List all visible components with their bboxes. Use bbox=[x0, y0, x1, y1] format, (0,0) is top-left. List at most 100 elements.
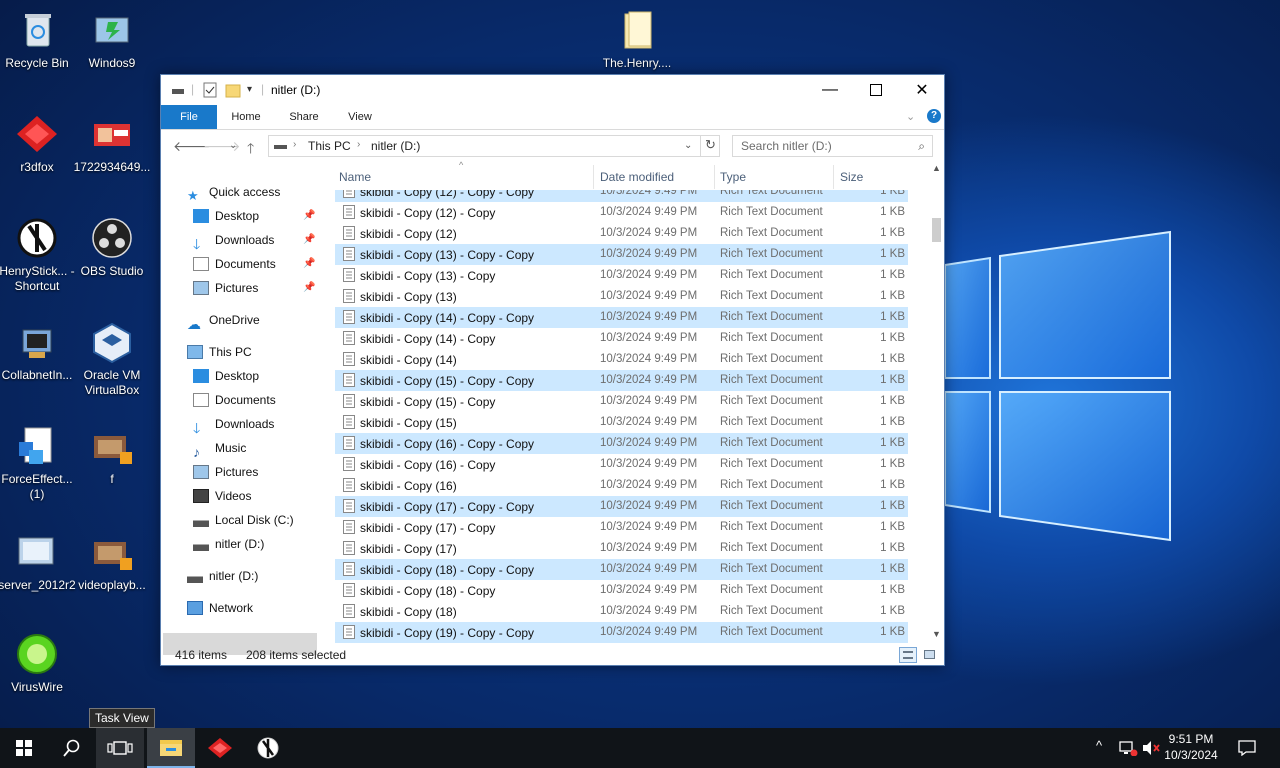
file-explorer-window[interactable]: | ▾ | nitler (D:) — ✕ File Home Share Vi… bbox=[160, 74, 945, 666]
file-list[interactable]: ^ Name Date modified Type Size skibidi -… bbox=[335, 160, 930, 643]
details-view-button[interactable] bbox=[899, 647, 917, 663]
taskbar-r3dfox[interactable] bbox=[196, 728, 244, 768]
file-row[interactable]: skibidi - Copy (13) - Copy - Copy 10/3/20… bbox=[335, 244, 908, 265]
column-header-type[interactable]: Type bbox=[720, 170, 746, 184]
desktop-icon-collabnet[interactable]: CollabnetIn... bbox=[0, 320, 76, 383]
nav-pc-nitler-drive[interactable]: nitler (D:) bbox=[193, 533, 264, 555]
nav-pc-local-disk[interactable]: Local Disk (C:) bbox=[193, 509, 294, 531]
new-folder-icon[interactable] bbox=[225, 82, 241, 98]
nav-nitler-drive[interactable]: nitler (D:) bbox=[187, 565, 258, 587]
file-row[interactable]: skibidi - Copy (17) - Copy - Copy 10/3/20… bbox=[335, 496, 908, 517]
scroll-down-icon[interactable]: ▼ bbox=[932, 629, 941, 639]
title-bar[interactable]: | ▾ | nitler (D:) — ✕ bbox=[161, 75, 944, 105]
desktop-icon-windos9[interactable]: Windos9 bbox=[73, 8, 151, 71]
desktop-icon-f-video[interactable]: f bbox=[73, 424, 151, 487]
scroll-up-icon[interactable]: ▲ bbox=[932, 163, 941, 173]
search-input[interactable] bbox=[741, 139, 901, 153]
desktop-icon-obs-studio[interactable]: OBS Studio bbox=[73, 216, 151, 279]
qat-dropdown-icon[interactable]: ▾ bbox=[247, 84, 252, 100]
pin-icon[interactable]: 📌 bbox=[303, 282, 315, 293]
refresh-button[interactable]: ↻ bbox=[700, 135, 720, 157]
desktop-icon-r3dfox[interactable]: r3dfox bbox=[0, 112, 76, 175]
file-row[interactable]: skibidi - Copy (13) - Copy 10/3/2024 9:49… bbox=[335, 265, 908, 286]
desktop-icon-forceeffect[interactable]: ForceEffect... (1) bbox=[0, 424, 76, 502]
column-header-date[interactable]: Date modified bbox=[600, 170, 674, 184]
nav-pc-desktop[interactable]: Desktop bbox=[193, 365, 259, 387]
vertical-scrollbar[interactable]: ▲ ▼ bbox=[929, 163, 944, 643]
task-view-button[interactable] bbox=[96, 728, 144, 768]
start-button[interactable] bbox=[0, 728, 48, 768]
desktop-icon-server-2012r2[interactable]: server_2012r2 bbox=[0, 530, 76, 593]
search-button[interactable] bbox=[48, 728, 96, 768]
recent-locations-icon[interactable]: ⌄ bbox=[229, 140, 237, 151]
close-button[interactable]: ✕ bbox=[899, 75, 945, 105]
minimize-button[interactable]: — bbox=[807, 75, 853, 105]
nav-pc-documents[interactable]: Documents bbox=[193, 389, 276, 411]
volume-muted-icon[interactable] bbox=[1141, 740, 1161, 756]
column-divider[interactable] bbox=[593, 165, 594, 189]
nav-pc-music[interactable]: ♪ Music bbox=[193, 437, 246, 460]
file-row[interactable]: skibidi - Copy (14) - Copy 10/3/2024 9:49… bbox=[335, 328, 908, 349]
breadcrumb-drive[interactable]: nitler (D:) bbox=[371, 139, 420, 153]
address-dropdown-icon[interactable]: ⌄ bbox=[684, 140, 692, 151]
network-tray-icon[interactable] bbox=[1118, 740, 1138, 756]
nav-qa-desktop[interactable]: Desktop bbox=[193, 205, 259, 227]
pin-icon[interactable]: 📌 bbox=[303, 258, 315, 269]
file-row[interactable]: skibidi - Copy (19) - Copy - Copy 10/3/20… bbox=[335, 622, 908, 643]
nav-onedrive[interactable]: ☁ OneDrive bbox=[187, 309, 260, 332]
desktop-icon-the-henry[interactable]: The.Henry.... bbox=[598, 8, 676, 71]
taskbar-file-explorer[interactable] bbox=[147, 728, 195, 768]
show-hidden-icons-chevron-icon[interactable]: ^ bbox=[1096, 738, 1102, 753]
system-clock[interactable]: 9:51 PM 10/3/2024 bbox=[1160, 731, 1222, 763]
file-row[interactable]: skibidi - Copy (18) - Copy - Copy 10/3/20… bbox=[335, 559, 908, 580]
maximize-button[interactable] bbox=[853, 75, 899, 105]
file-row[interactable]: skibidi - Copy (13) 10/3/2024 9:49 PM Rich… bbox=[335, 286, 908, 307]
file-row[interactable]: skibidi - Copy (16) - Copy - Copy 10/3/20… bbox=[335, 433, 908, 454]
pin-icon[interactable]: 📌 bbox=[303, 234, 315, 245]
nav-pc-pictures[interactable]: Pictures bbox=[193, 461, 258, 483]
file-row[interactable]: skibidi - Copy (16) 10/3/2024 9:49 PM Rich… bbox=[335, 475, 908, 496]
tab-file[interactable]: File bbox=[161, 105, 217, 129]
ribbon-expand-icon[interactable]: ⌄ bbox=[906, 110, 915, 123]
file-row[interactable]: skibidi - Copy (14) 10/3/2024 9:49 PM Rich… bbox=[335, 349, 908, 370]
desktop-icon-image-file[interactable]: 1722934649... bbox=[73, 112, 151, 175]
nav-this-pc[interactable]: This PC bbox=[187, 341, 252, 363]
desktop-icon-henrystick-shortcut[interactable]: HenryStick... - Shortcut bbox=[0, 216, 76, 294]
help-icon[interactable]: ? bbox=[927, 109, 941, 123]
tab-home[interactable]: Home bbox=[223, 105, 269, 129]
nav-qa-pictures[interactable]: Pictures bbox=[193, 277, 258, 299]
file-row[interactable]: skibidi - Copy (18) - Copy 10/3/2024 9:49… bbox=[335, 580, 908, 601]
tab-share[interactable]: Share bbox=[281, 105, 327, 129]
file-row[interactable]: skibidi - Copy (18) 10/3/2024 9:49 PM Rich… bbox=[335, 601, 908, 622]
file-row[interactable]: skibidi - Copy (15) 10/3/2024 9:49 PM Rich… bbox=[335, 412, 908, 433]
column-header-name[interactable]: Name bbox=[339, 170, 371, 184]
nav-pc-videos[interactable]: Videos bbox=[193, 485, 251, 507]
address-bar[interactable]: › This PC › nitler (D:) ⌄ bbox=[268, 135, 720, 157]
properties-icon[interactable] bbox=[203, 82, 217, 98]
column-header-size[interactable]: Size bbox=[840, 170, 863, 184]
column-divider[interactable] bbox=[833, 165, 834, 189]
nav-quick-access[interactable]: ★ Quick access bbox=[187, 181, 280, 203]
desktop-icon-virtualbox[interactable]: Oracle VM VirtualBox bbox=[73, 320, 151, 398]
nav-network[interactable]: Network bbox=[187, 597, 253, 619]
taskbar-henrystick[interactable] bbox=[244, 728, 292, 768]
scrollbar-thumb[interactable] bbox=[932, 218, 941, 242]
nav-pc-downloads[interactable]: 🡓 Downloads bbox=[193, 413, 274, 436]
nav-qa-documents[interactable]: Documents bbox=[193, 253, 276, 275]
file-row[interactable]: skibidi - Copy (14) - Copy - Copy 10/3/20… bbox=[335, 307, 908, 328]
desktop-icon-recycle-bin[interactable]: Recycle Bin bbox=[0, 8, 76, 71]
action-center-icon[interactable] bbox=[1238, 740, 1256, 756]
search-box[interactable]: ⌕ bbox=[732, 135, 933, 157]
file-row[interactable]: skibidi - Copy (17) 10/3/2024 9:49 PM Rich… bbox=[335, 538, 908, 559]
nav-qa-downloads[interactable]: 🡓 Downloads bbox=[193, 229, 274, 252]
breadcrumb-this-pc[interactable]: This PC bbox=[308, 139, 351, 153]
column-divider[interactable] bbox=[714, 165, 715, 189]
desktop-icon-viruswire[interactable]: VirusWire bbox=[0, 632, 76, 695]
file-row[interactable]: skibidi - Copy (15) - Copy 10/3/2024 9:49… bbox=[335, 391, 908, 412]
file-row[interactable]: skibidi - Copy (12) - Copy - Copy 10/3/20… bbox=[335, 190, 908, 202]
large-icons-view-button[interactable] bbox=[921, 647, 939, 663]
tab-view[interactable]: View bbox=[337, 105, 383, 129]
file-row[interactable]: skibidi - Copy (12) - Copy 10/3/2024 9:49… bbox=[335, 202, 908, 223]
desktop-icon-videoplayback[interactable]: videoplayb... bbox=[73, 530, 151, 593]
file-row[interactable]: skibidi - Copy (17) - Copy 10/3/2024 9:49… bbox=[335, 517, 908, 538]
